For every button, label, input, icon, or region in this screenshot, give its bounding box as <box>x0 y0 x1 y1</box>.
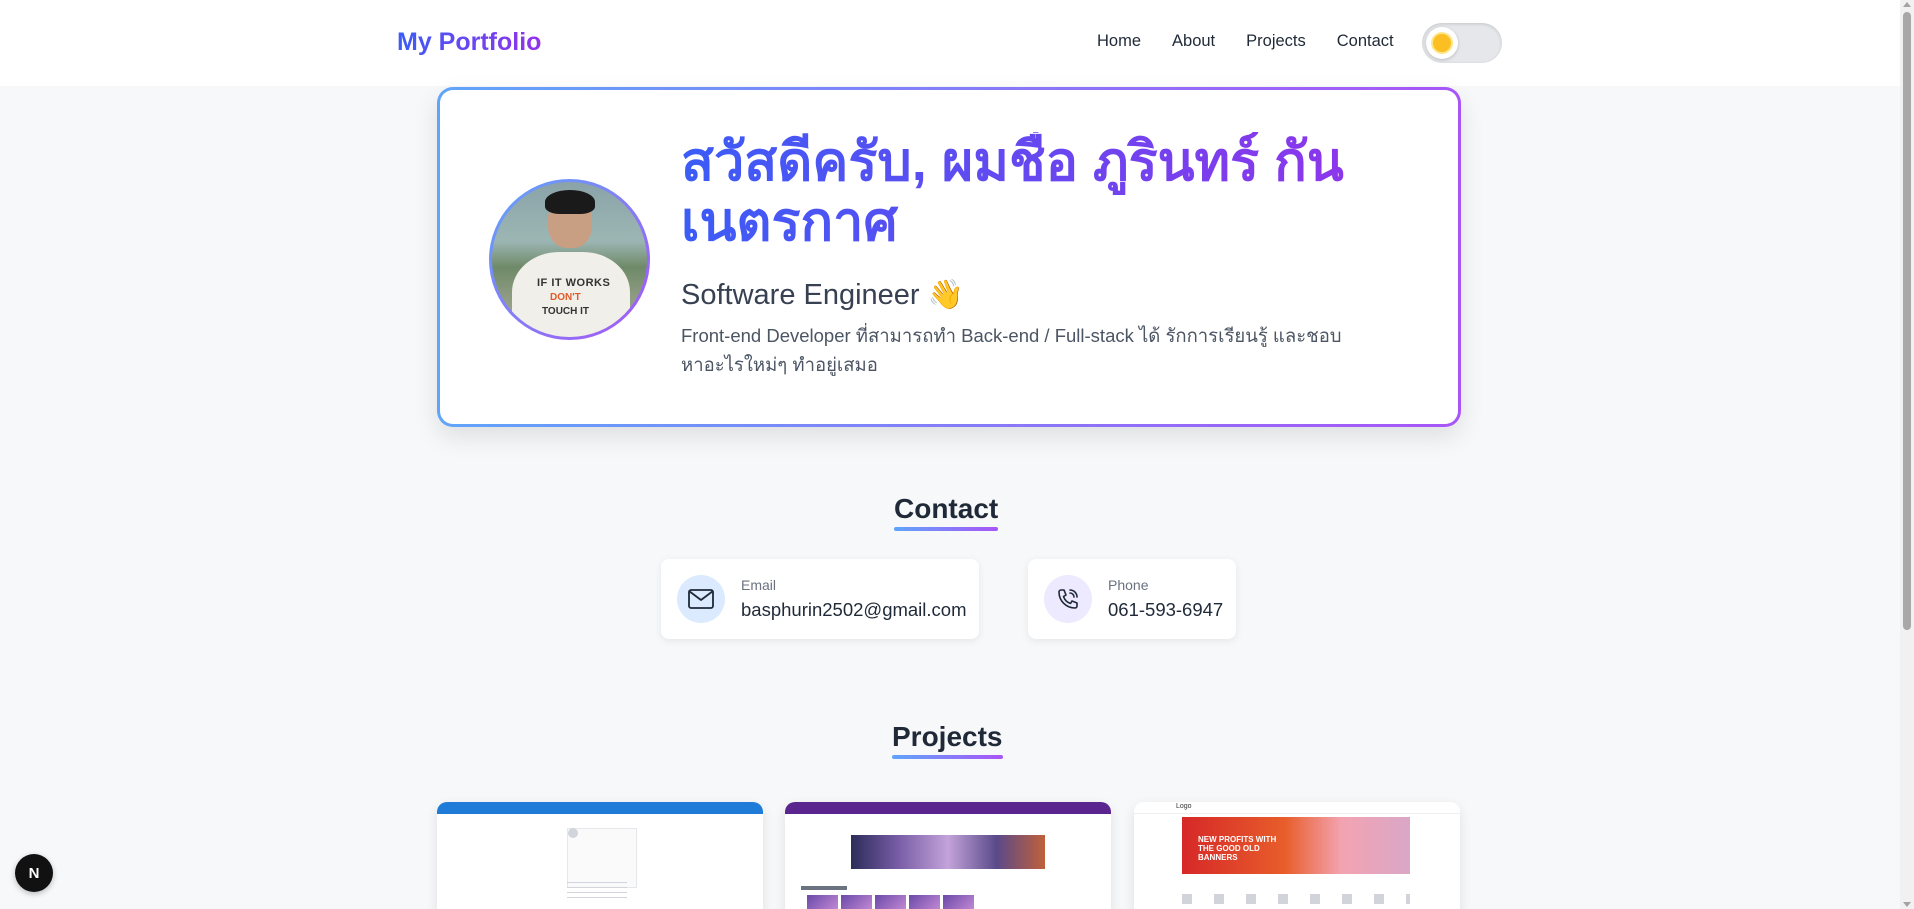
project-1-thumbnail-navbar <box>437 802 763 814</box>
nav-links: Home About Projects Contact <box>1097 32 1425 51</box>
project-card-3[interactable]: Logo NEW PROFITS WITH THE GOOD OLD BANNE… <box>1134 802 1460 909</box>
project-1-thumbnail-content <box>567 828 637 888</box>
nextjs-badge[interactable]: N <box>15 854 53 892</box>
scrollbar-thumb[interactable] <box>1903 12 1911 630</box>
contact-section-title: Contact <box>894 493 999 531</box>
project-1-thumbnail-avatar <box>568 828 578 838</box>
phone-icon <box>1044 575 1092 623</box>
hero-card-inner: IF IT WORKS DON'T TOUCH IT สวัสดีครับ, ผ… <box>440 90 1458 424</box>
contact-title-underline <box>894 527 999 531</box>
project-2-thumbnail-grid <box>807 895 974 909</box>
scroll-down-arrow-icon[interactable] <box>1903 902 1911 907</box>
project-2-thumb-item <box>841 895 872 909</box>
phone-label: Phone <box>1108 577 1149 593</box>
project-3-thumbnail-row <box>1182 894 1410 904</box>
scroll-up-arrow-icon[interactable] <box>1903 2 1911 7</box>
hero-card: IF IT WORKS DON'T TOUCH IT สวัสดีครับ, ผ… <box>437 87 1461 427</box>
navbar: My Portfolio Home About Projects Contact <box>0 0 1900 86</box>
avatar-ring: IF IT WORKS DON'T TOUCH IT <box>489 179 650 340</box>
project-2-thumb-item <box>943 895 974 909</box>
avatar-shirt-text-3: TOUCH IT <box>542 306 590 317</box>
avatar-shirt-text-1: IF IT WORKS <box>537 277 611 289</box>
hero-title: สวัสดีครับ, ผมชื่อ ภูรินทร์ กันเนตรกาศ <box>681 132 1401 253</box>
project-2-thumb-item <box>875 895 906 909</box>
avatar-shirt-text-2: DON'T <box>550 292 581 303</box>
project-card-2[interactable] <box>785 802 1111 909</box>
project-2-thumb-item <box>807 895 838 909</box>
page: My Portfolio Home About Projects Contact… <box>0 0 1900 909</box>
phone-value[interactable]: 061-593-6947 <box>1108 599 1223 621</box>
avatar-hair <box>545 190 595 214</box>
project-2-thumbnail-label <box>801 886 847 890</box>
nav-link-home[interactable]: Home <box>1097 32 1141 51</box>
scrollbar[interactable] <box>1900 0 1914 909</box>
project-3-thumbnail-banner-text: NEW PROFITS WITH THE GOOD OLD BANNERS <box>1198 835 1277 862</box>
project-2-thumb-item <box>909 895 940 909</box>
hero-subtitle: Software Engineer 👋 <box>681 279 964 311</box>
projects-section-title: Projects <box>892 721 1003 759</box>
nav-link-contact[interactable]: Contact <box>1337 32 1394 51</box>
phone-card[interactable]: Phone 061-593-6947 <box>1028 559 1236 639</box>
nav-link-projects[interactable]: Projects <box>1246 32 1306 51</box>
projects-title-underline <box>892 755 1003 759</box>
contact-section-title-text: Contact <box>894 493 999 524</box>
project-2-thumbnail-banner <box>851 835 1045 869</box>
project-2-thumbnail-navbar <box>785 802 1111 814</box>
projects-section-title-text: Projects <box>892 721 1003 752</box>
nav-link-about[interactable]: About <box>1172 32 1215 51</box>
theme-toggle-knob <box>1426 27 1458 59</box>
sun-icon <box>1433 34 1451 52</box>
hero-description: Front-end Developer ที่สามารถทำ Back-end… <box>681 325 1342 375</box>
project-card-1[interactable] <box>437 802 763 909</box>
avatar: IF IT WORKS DON'T TOUCH IT <box>492 182 647 337</box>
project-1-thumbnail-lines <box>567 882 627 902</box>
email-value[interactable]: basphurin2502@gmail.com <box>741 599 967 621</box>
project-3-thumbnail-logo: Logo <box>1176 803 1192 810</box>
theme-toggle[interactable] <box>1422 23 1502 63</box>
email-card[interactable]: Email basphurin2502@gmail.com <box>661 559 979 639</box>
brand-logo[interactable]: My Portfolio <box>397 28 541 57</box>
email-label: Email <box>741 577 777 593</box>
mail-icon <box>677 575 725 623</box>
